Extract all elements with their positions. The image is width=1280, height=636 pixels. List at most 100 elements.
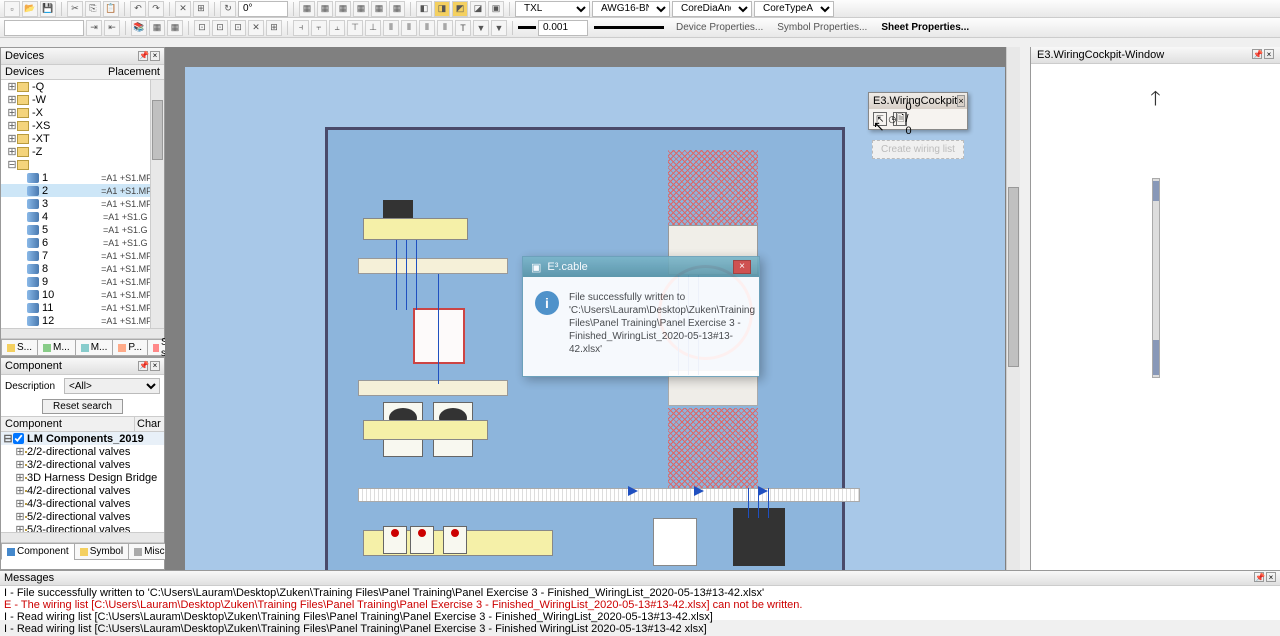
component-list[interactable]: ⊟LM Components_2019⊞2/2-directional valv… xyxy=(1,432,164,532)
core2-combo[interactable]: CoreTypeAndCore xyxy=(754,1,834,17)
terminal-bottom-1[interactable] xyxy=(653,518,697,566)
tb-new-icon[interactable]: ▫ xyxy=(4,1,20,17)
wire-combo[interactable]: AWG16-BN xyxy=(592,1,670,17)
breaker[interactable] xyxy=(413,308,465,364)
din-rail-1[interactable] xyxy=(358,258,508,274)
tb-undo-icon[interactable]: ↶ xyxy=(130,1,146,17)
component-item[interactable]: ⊞2/2-directional valves xyxy=(1,445,164,458)
component-item[interactable]: ⊞5/3-directional valves xyxy=(1,523,164,532)
tb-d1[interactable]: ▦ xyxy=(149,20,165,36)
rail-block-1[interactable] xyxy=(363,218,468,240)
tb-align3[interactable]: ⫠ xyxy=(329,20,345,36)
cockpit-clock-icon[interactable]: ◷ 🗎 0 / 0 xyxy=(893,112,907,126)
reset-search-button[interactable]: Reset search xyxy=(42,399,123,414)
component-item[interactable]: ⊞4/2-directional valves xyxy=(1,484,164,497)
hatched-block-mid[interactable] xyxy=(668,408,758,488)
up-arrow-icon[interactable]: 🡑 xyxy=(1150,84,1160,118)
devices-tab[interactable]: P... xyxy=(112,339,148,356)
tb-open-icon[interactable]: 📂 xyxy=(22,1,38,17)
tb-b3[interactable]: ◩ xyxy=(452,1,468,17)
create-wiring-list-button[interactable]: Create wiring list xyxy=(872,140,964,159)
wire-item[interactable]: 2=A1 +S1.MP -I xyxy=(1,184,164,197)
msg-close-icon[interactable]: × xyxy=(1266,572,1276,582)
component-item[interactable]: ⊞5/2-directional valves xyxy=(1,510,164,523)
tb-txt[interactable]: T xyxy=(455,20,471,36)
panel-pin-icon[interactable]: 📌 xyxy=(138,51,148,61)
scale-input[interactable] xyxy=(238,1,288,17)
component-item[interactable]: ⊞4/3-directional valves xyxy=(1,497,164,510)
tb-dist4[interactable]: ⦀ xyxy=(437,20,453,36)
terminal-block-top[interactable] xyxy=(383,200,413,218)
wiring-duct[interactable] xyxy=(358,488,860,502)
tb-b4[interactable]: ◪ xyxy=(470,1,486,17)
sheet-properties-link[interactable]: Sheet Properties... xyxy=(875,22,975,33)
tb-cut-icon[interactable]: ✂ xyxy=(67,1,83,17)
tb-dist3[interactable]: ⦀ xyxy=(419,20,435,36)
tb-align5[interactable]: ⊥ xyxy=(365,20,381,36)
tb-b5[interactable]: ▣ xyxy=(488,1,504,17)
devices-tree[interactable]: ⊞-Q⊞-W⊞-X⊞-XS⊞-XT⊞-Z⊟1=A1 +S1.MP -I2=A1 … xyxy=(1,80,164,328)
canvas-vscroll[interactable] xyxy=(1006,47,1020,570)
tb-filter-icon[interactable]: ▼ xyxy=(473,20,489,36)
tb-align4[interactable]: ⊤ xyxy=(347,20,363,36)
device-node[interactable]: ⊞-W xyxy=(1,93,164,106)
wire-item[interactable]: 7=A1 +S1.MP -I xyxy=(1,249,164,262)
wire-item[interactable]: 10=A1 +S1.MP -I xyxy=(1,288,164,301)
tb-a2[interactable]: ▦ xyxy=(317,1,333,17)
tb-dist2[interactable]: ⦀ xyxy=(401,20,417,36)
description-select[interactable]: <All> xyxy=(64,378,160,394)
devices-tab[interactable]: M... xyxy=(37,339,76,356)
devices-scrollbar[interactable] xyxy=(150,80,164,328)
component-tab[interactable]: Component xyxy=(1,543,75,560)
device-node[interactable]: ⊞-Q xyxy=(1,80,164,93)
root-checkbox[interactable] xyxy=(13,433,24,444)
device-node[interactable]: ⊞-X xyxy=(1,106,164,119)
wire-item[interactable]: 9=A1 +S1.MP -I xyxy=(1,275,164,288)
wiring-cockpit-palette[interactable]: E3.WiringCockpit × ⇱ ◷ 🗎 0 / 0 xyxy=(868,92,968,130)
tb-a4[interactable]: ▦ xyxy=(353,1,369,17)
tb-e4[interactable]: ✕ xyxy=(248,20,264,36)
device-properties-link[interactable]: Device Properties... xyxy=(670,22,769,33)
component-item[interactable]: ⊞3D Harness Design Bridge xyxy=(1,471,164,484)
device-node[interactable]: ⊞-XS xyxy=(1,119,164,132)
tb-c2[interactable]: ⇤ xyxy=(104,20,120,36)
tb-e2[interactable]: ⊡ xyxy=(212,20,228,36)
tb-save-icon[interactable]: 💾 xyxy=(40,1,56,17)
tb-a6[interactable]: ▦ xyxy=(389,1,405,17)
symbol-properties-link[interactable]: Symbol Properties... xyxy=(771,22,873,33)
relay-3[interactable] xyxy=(443,526,467,554)
wire-item[interactable]: 5=A1 +S1.G -Q xyxy=(1,223,164,236)
din-rail-2[interactable] xyxy=(358,380,508,396)
tb-a3[interactable]: ▦ xyxy=(335,1,351,17)
wire-item[interactable]: 4=A1 +S1.G -Q xyxy=(1,210,164,223)
devices-tab[interactable]: S... xyxy=(1,339,38,356)
wire-item[interactable]: 8=A1 +S1.MP -I xyxy=(1,262,164,275)
tb-d2[interactable]: ▦ xyxy=(167,20,183,36)
component-tab[interactable]: Symbol xyxy=(74,543,129,560)
tb-rot-icon[interactable]: ↻ xyxy=(220,1,236,17)
tb-align1[interactable]: ⫞ xyxy=(293,20,309,36)
wire-item[interactable]: 11=A1 +S1.MP -I xyxy=(1,301,164,314)
tb-copy-icon[interactable]: ⎘ xyxy=(85,1,101,17)
tb-c1[interactable]: ⇥ xyxy=(86,20,102,36)
devices-hscroll[interactable] xyxy=(1,328,164,338)
tb-a5[interactable]: ▦ xyxy=(371,1,387,17)
cockpit-doc-icon[interactable]: 🗎 xyxy=(896,112,905,126)
dialog-close-icon[interactable]: × xyxy=(733,260,751,274)
terminal-bottom-2[interactable] xyxy=(733,508,785,566)
layer-combo[interactable]: TXL xyxy=(515,1,590,17)
tb-del-icon[interactable]: ✕ xyxy=(175,1,191,17)
wire-item[interactable]: 12=A1 +S1.MP -I xyxy=(1,314,164,327)
msg-pin-icon[interactable]: 📌 xyxy=(1254,572,1264,582)
devices-tab[interactable]: M... xyxy=(75,339,114,356)
tb-grid-icon[interactable]: ⊞ xyxy=(193,1,209,17)
wiring-mini-scroll[interactable] xyxy=(1152,178,1160,378)
wire-item[interactable]: 1=A1 +S1.MP -I xyxy=(1,171,164,184)
component-root[interactable]: ⊟LM Components_2019 xyxy=(1,432,164,445)
tb-b2[interactable]: ◨ xyxy=(434,1,450,17)
tb-e1[interactable]: ⊡ xyxy=(194,20,210,36)
tb-align2[interactable]: ⫟ xyxy=(311,20,327,36)
tb-e5[interactable]: ⊞ xyxy=(266,20,282,36)
tb-e3[interactable]: ⊡ xyxy=(230,20,246,36)
device-node[interactable]: ⊞-XT xyxy=(1,132,164,145)
